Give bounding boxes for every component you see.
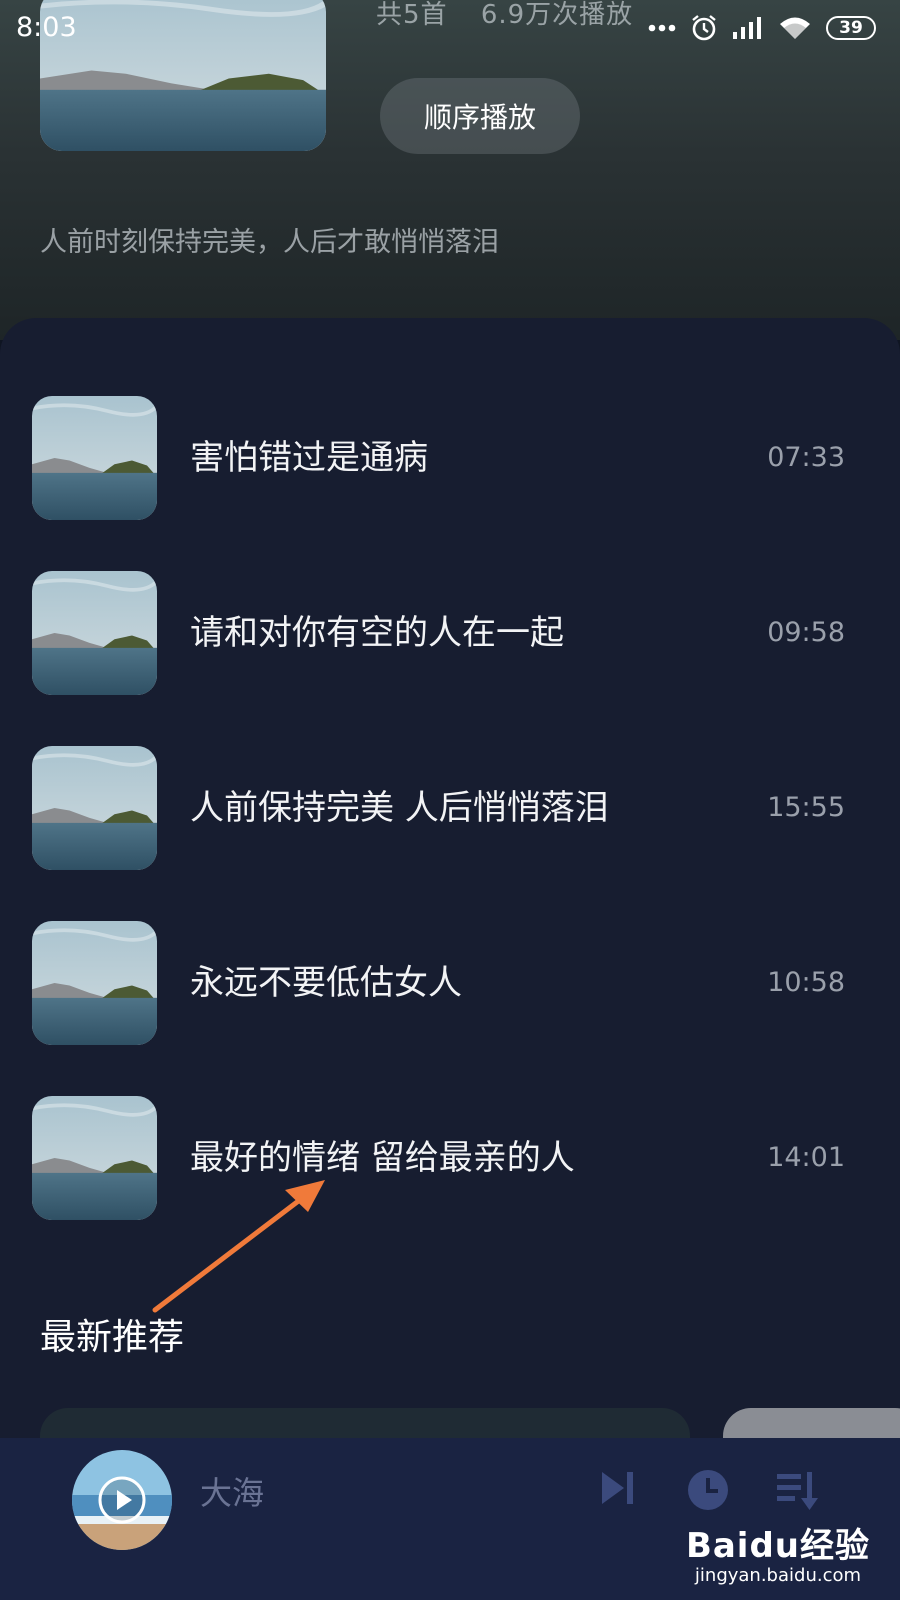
watermark-domain: jingyan.baidu.com [694,1565,862,1586]
next-icon[interactable] [598,1468,638,1508]
player-track-title: 大海 [200,1474,265,1512]
player-cover[interactable] [72,1450,172,1550]
section-title-recommend: 最新推荐 [40,1317,185,1358]
annotation-arrow [152,1180,325,1313]
timer-icon[interactable] [686,1468,730,1512]
watermark-brand: Baidu经验 [685,1526,870,1566]
baidu-watermark: Baidu经验 jingyan.baidu.com [686,1518,870,1586]
play-icon[interactable] [97,1475,147,1525]
playlist-icon[interactable] [775,1468,819,1512]
